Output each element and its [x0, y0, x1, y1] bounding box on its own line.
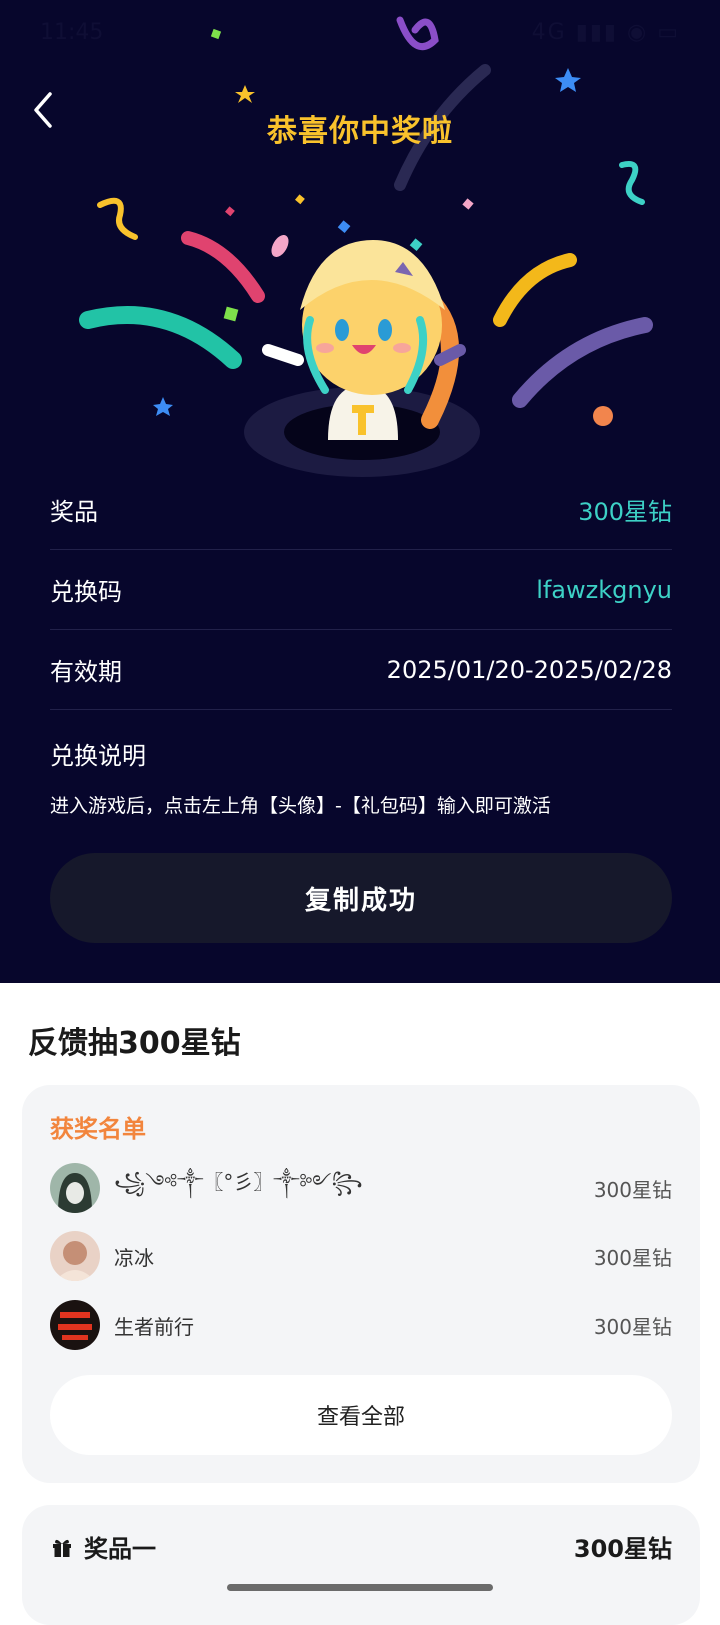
prize-item-row: 奖品一 300星钻 — [50, 1529, 672, 1564]
list-item: ꧁༺༒〖°彡〗༒༻꧂ 300星钻 — [50, 1163, 672, 1213]
avatar — [50, 1300, 100, 1350]
prize-label: 奖品 — [50, 498, 98, 526]
code-label: 兑换码 — [50, 578, 122, 606]
view-all-button[interactable]: 查看全部 — [50, 1375, 672, 1455]
winner-prize: 300星钻 — [593, 1177, 672, 1202]
validity-value: 2025/01/20-2025/02/28 — [386, 655, 672, 684]
prize-item-label: 奖品一 — [84, 1535, 156, 1563]
code-row: 兑换码 lfawzkgnyu — [50, 550, 672, 630]
list-item: 凉冰 300星钻 — [50, 1231, 672, 1281]
winners-card: 获奖名单 ꧁༺༒〖°彡〗༒༻꧂ 300星钻 凉冰 300星钻 生者前行 300星… — [22, 1085, 700, 1483]
prize-info-list: 奖品 300星钻 兑换码 lfawzkgnyu 有效期 2025/01/20-2… — [50, 470, 672, 818]
instructions-text: 进入游戏后，点击左上角【头像】-【礼包码】输入即可激活 — [50, 795, 551, 817]
winners-title: 获奖名单 — [50, 1115, 146, 1143]
validity-label: 有效期 — [50, 658, 122, 686]
winner-prize: 300星钻 — [593, 1245, 672, 1270]
instructions-title: 兑换说明 — [50, 742, 146, 770]
winner-name: 生者前行 — [114, 1314, 194, 1339]
prize-item-card: 奖品一 300星钻 — [22, 1505, 700, 1625]
avatar — [50, 1231, 100, 1281]
feedback-title: 反馈抽300星钻 — [28, 1026, 241, 1061]
validity-row: 有效期 2025/01/20-2025/02/28 — [50, 630, 672, 710]
winner-name: 凉冰 — [114, 1245, 154, 1270]
list-item: 生者前行 300星钻 — [50, 1300, 672, 1350]
celebration-illustration — [79, 16, 653, 477]
gift-icon — [53, 1539, 71, 1557]
page-title: 恭喜你中奖啦 — [267, 114, 453, 149]
winner-prize: 300星钻 — [593, 1314, 672, 1339]
home-indicator[interactable] — [227, 1584, 493, 1591]
winner-name: ꧁༺༒〖°彡〗༒༻꧂ — [114, 1170, 363, 1194]
code-value[interactable]: lfawzkgnyu — [536, 576, 672, 604]
copy-button[interactable]: 复制成功 — [50, 853, 672, 943]
prize-value: 300星钻 — [578, 498, 672, 526]
prize-header-section: 11:45 4G ▮▮▮ ◉ ▭ 恭喜你中奖啦 奖品 300星钻 兑换码 lfa… — [0, 0, 720, 983]
avatar — [50, 1163, 100, 1213]
prize-row: 奖品 300星钻 — [50, 470, 672, 550]
prize-item-value: 300星钻 — [573, 1535, 672, 1563]
